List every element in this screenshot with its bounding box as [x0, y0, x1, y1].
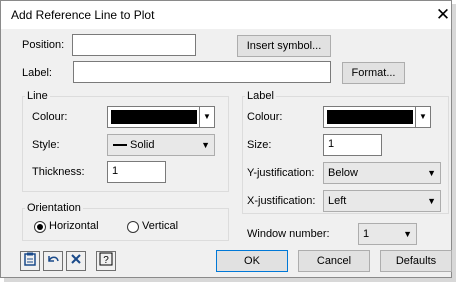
window-number-select[interactable]: 1 ▼: [358, 223, 417, 245]
line-colour-swatch: [111, 110, 197, 124]
x-justification-value: Left: [328, 195, 347, 207]
label-colour-swatch: [327, 110, 413, 124]
horizontal-label[interactable]: Horizontal: [49, 220, 99, 232]
window-title: Add Reference Line to Plot: [11, 8, 155, 22]
chevron-down-icon[interactable]: ▼: [199, 107, 214, 127]
label-input[interactable]: [73, 61, 331, 83]
x-justification-label: X-justification:: [247, 195, 316, 207]
ok-button[interactable]: OK: [216, 250, 288, 272]
close-icon[interactable]: ✕: [432, 4, 454, 26]
line-colour-label: Colour:: [32, 111, 68, 123]
position-input[interactable]: [72, 34, 196, 56]
chevron-down-icon: ▼: [427, 196, 436, 206]
y-justification-select[interactable]: Below ▼: [323, 162, 441, 184]
label-colour-picker[interactable]: ▼: [323, 106, 431, 128]
svg-text:?: ?: [103, 255, 109, 266]
dialog-window: Add Reference Line to Plot ✕ Position: I…: [0, 0, 452, 278]
line-style-value: Solid: [130, 139, 155, 151]
chevron-down-icon: ▼: [403, 229, 412, 239]
label-colour-label: Colour:: [247, 111, 283, 123]
undo-icon[interactable]: [43, 251, 63, 271]
window-number-value: 1: [363, 228, 370, 240]
horizontal-radio[interactable]: [34, 221, 46, 233]
position-label: Position:: [22, 39, 65, 51]
label-group-title: Label: [245, 90, 276, 102]
line-style-label: Style:: [32, 139, 60, 151]
window-number-label: Window number:: [247, 228, 330, 240]
size-input[interactable]: 1: [323, 134, 382, 156]
chevron-down-icon: ▼: [201, 140, 210, 150]
chevron-down-icon: ▼: [427, 168, 436, 178]
thickness-input[interactable]: 1: [107, 161, 166, 183]
line-group-title: Line: [25, 90, 50, 102]
clear-icon[interactable]: [66, 251, 86, 271]
solid-line-icon: [113, 144, 127, 146]
paste-icon[interactable]: [20, 251, 40, 271]
vertical-radio[interactable]: [127, 221, 139, 233]
y-justification-value: Below: [328, 167, 358, 179]
chevron-down-icon[interactable]: ▼: [415, 107, 430, 127]
orientation-group-title: Orientation: [25, 202, 83, 214]
defaults-button[interactable]: Defaults: [380, 250, 452, 272]
vertical-label[interactable]: Vertical: [142, 220, 178, 232]
thickness-label: Thickness:: [32, 166, 85, 178]
size-label: Size:: [247, 139, 272, 151]
cancel-button[interactable]: Cancel: [298, 250, 370, 272]
label-field-label: Label:: [22, 67, 52, 79]
title-bar: Add Reference Line to Plot ✕: [1, 1, 451, 29]
line-style-select[interactable]: Solid ▼: [107, 134, 215, 156]
format-button[interactable]: Format...: [342, 62, 405, 84]
radio-selected-dot: [37, 224, 43, 230]
x-justification-select[interactable]: Left ▼: [323, 190, 441, 212]
y-justification-label: Y-justification:: [247, 167, 315, 179]
help-icon[interactable]: ?: [96, 251, 116, 271]
insert-symbol-button[interactable]: Insert symbol...: [237, 35, 331, 57]
line-colour-picker[interactable]: ▼: [107, 106, 215, 128]
